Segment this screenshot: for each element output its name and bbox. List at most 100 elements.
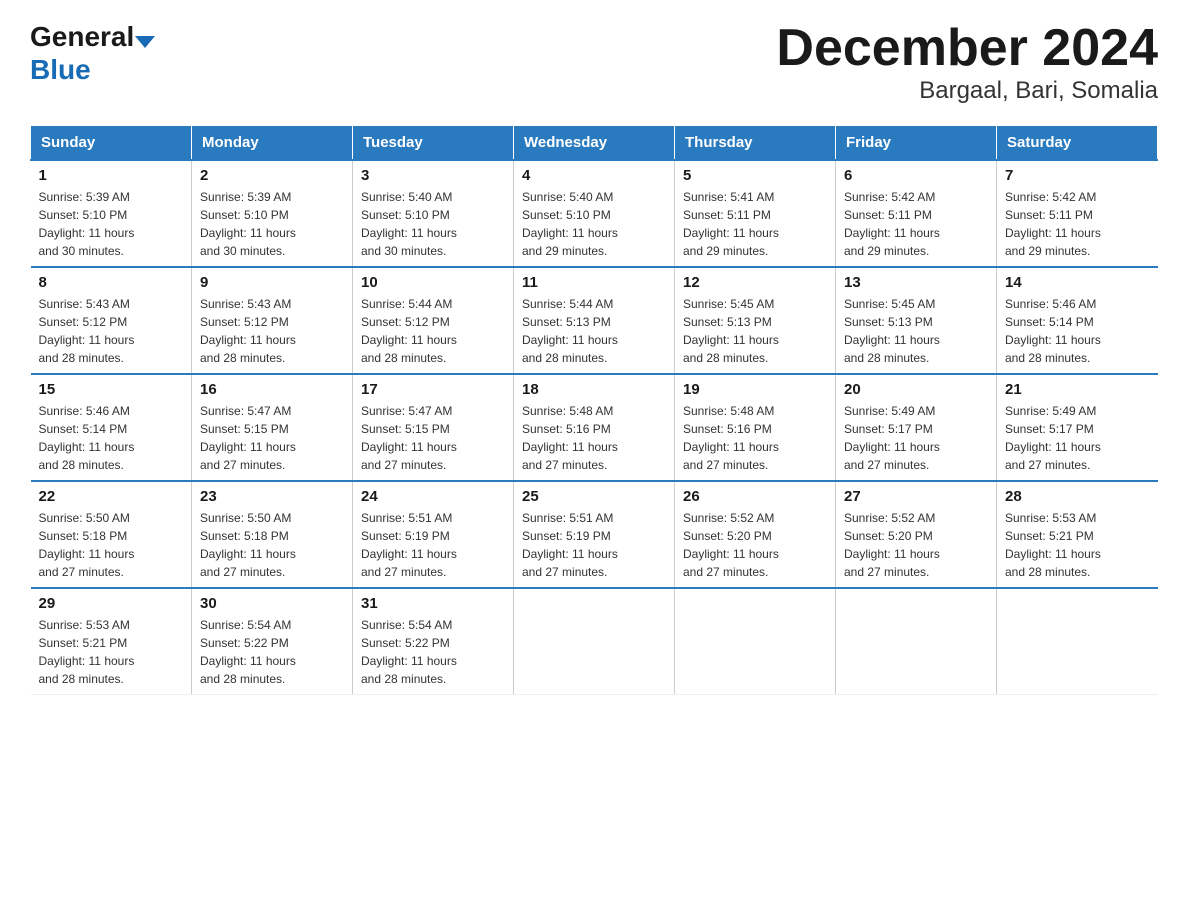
day-info: Sunrise: 5:53 AMSunset: 5:21 PMDaylight:…: [1005, 509, 1150, 581]
day-info: Sunrise: 5:45 AMSunset: 5:13 PMDaylight:…: [844, 295, 988, 367]
calendar-cell: 1 Sunrise: 5:39 AMSunset: 5:10 PMDaylight…: [31, 160, 192, 267]
calendar-cell: 25 Sunrise: 5:51 AMSunset: 5:19 PMDayligh…: [514, 481, 675, 588]
day-number: 9: [200, 274, 344, 291]
calendar-cell: 2Sunrise: 5:39 AMSunset: 5:10 PMDaylight…: [192, 160, 353, 267]
calendar-day-header: Wednesday: [514, 126, 675, 161]
calendar-cell: [675, 588, 836, 695]
day-number: 19: [683, 381, 827, 398]
day-number: 8: [39, 274, 184, 291]
day-info: Sunrise: 5:48 AMSunset: 5:16 PMDaylight:…: [683, 402, 827, 474]
day-info: Sunrise: 5:44 AMSunset: 5:13 PMDaylight:…: [522, 295, 666, 367]
day-info: Sunrise: 5:51 AMSunset: 5:19 PMDaylight:…: [522, 509, 666, 581]
day-info: Sunrise: 5:41 AMSunset: 5:11 PMDaylight:…: [683, 188, 827, 260]
day-number: 10: [361, 274, 505, 291]
day-number: 18: [522, 381, 666, 398]
day-info: Sunrise: 5:45 AMSunset: 5:13 PMDaylight:…: [683, 295, 827, 367]
calendar-cell: 18Sunrise: 5:48 AMSunset: 5:16 PMDayligh…: [514, 374, 675, 481]
day-info: Sunrise: 5:40 AMSunset: 5:10 PMDaylight:…: [361, 188, 505, 260]
calendar-cell: 24 Sunrise: 5:51 AMSunset: 5:19 PMDayligh…: [353, 481, 514, 588]
calendar-cell: 9 Sunrise: 5:43 AMSunset: 5:12 PMDaylight…: [192, 267, 353, 374]
calendar-cell: 15 Sunrise: 5:46 AMSunset: 5:14 PMDayligh…: [31, 374, 192, 481]
calendar-cell: 8 Sunrise: 5:43 AMSunset: 5:12 PMDaylight…: [31, 267, 192, 374]
day-info: Sunrise: 5:54 AMSunset: 5:22 PMDaylight:…: [361, 616, 505, 688]
calendar-cell: 27 Sunrise: 5:52 AMSunset: 5:20 PMDayligh…: [836, 481, 997, 588]
calendar-cell: 23 Sunrise: 5:50 AMSunset: 5:18 PMDayligh…: [192, 481, 353, 588]
day-info: Sunrise: 5:43 AMSunset: 5:12 PMDaylight:…: [200, 295, 344, 367]
day-number: 1: [39, 167, 184, 184]
day-info: Sunrise: 5:46 AMSunset: 5:14 PMDaylight:…: [39, 402, 184, 474]
calendar-day-header: Monday: [192, 126, 353, 161]
calendar-cell: 7 Sunrise: 5:42 AMSunset: 5:11 PMDaylight…: [997, 160, 1158, 267]
day-number: 13: [844, 274, 988, 291]
calendar-cell: 11 Sunrise: 5:44 AMSunset: 5:13 PMDayligh…: [514, 267, 675, 374]
day-number: 12: [683, 274, 827, 291]
calendar-cell: 28 Sunrise: 5:53 AMSunset: 5:21 PMDayligh…: [997, 481, 1158, 588]
day-number: 26: [683, 488, 827, 505]
day-number: 30: [200, 595, 344, 612]
calendar-week-row: 8 Sunrise: 5:43 AMSunset: 5:12 PMDaylight…: [31, 267, 1158, 374]
calendar-cell: 19 Sunrise: 5:48 AMSunset: 5:16 PMDayligh…: [675, 374, 836, 481]
calendar-cell: [514, 588, 675, 695]
day-number: 21: [1005, 381, 1150, 398]
calendar-cell: 13 Sunrise: 5:45 AMSunset: 5:13 PMDayligh…: [836, 267, 997, 374]
calendar-cell: 20 Sunrise: 5:49 AMSunset: 5:17 PMDayligh…: [836, 374, 997, 481]
day-number: 24: [361, 488, 505, 505]
day-number: 2: [200, 167, 344, 184]
calendar-cell: 16 Sunrise: 5:47 AMSunset: 5:15 PMDayligh…: [192, 374, 353, 481]
calendar-header-row: SundayMondayTuesdayWednesdayThursdayFrid…: [31, 126, 1158, 161]
day-number: 3: [361, 167, 505, 184]
calendar-cell: 21 Sunrise: 5:49 AMSunset: 5:17 PMDayligh…: [997, 374, 1158, 481]
calendar-cell: 6Sunrise: 5:42 AMSunset: 5:11 PMDaylight…: [836, 160, 997, 267]
day-info: Sunrise: 5:46 AMSunset: 5:14 PMDaylight:…: [1005, 295, 1150, 367]
calendar-cell: [997, 588, 1158, 695]
logo-general-text: General: [30, 21, 134, 52]
day-number: 23: [200, 488, 344, 505]
day-number: 29: [39, 595, 184, 612]
day-info: Sunrise: 5:44 AMSunset: 5:12 PMDaylight:…: [361, 295, 505, 367]
calendar-cell: [836, 588, 997, 695]
calendar-day-header: Saturday: [997, 126, 1158, 161]
page-title: December 2024: [776, 20, 1158, 77]
calendar-cell: 4Sunrise: 5:40 AMSunset: 5:10 PMDaylight…: [514, 160, 675, 267]
day-info: Sunrise: 5:40 AMSunset: 5:10 PMDaylight:…: [522, 188, 666, 260]
calendar-day-header: Friday: [836, 126, 997, 161]
day-info: Sunrise: 5:49 AMSunset: 5:17 PMDaylight:…: [844, 402, 988, 474]
day-info: Sunrise: 5:52 AMSunset: 5:20 PMDaylight:…: [683, 509, 827, 581]
day-number: 16: [200, 381, 344, 398]
day-number: 14: [1005, 274, 1150, 291]
logo-blue-text: Blue: [30, 54, 91, 85]
day-info: Sunrise: 5:43 AMSunset: 5:12 PMDaylight:…: [39, 295, 184, 367]
calendar-cell: 14 Sunrise: 5:46 AMSunset: 5:14 PMDayligh…: [997, 267, 1158, 374]
day-info: Sunrise: 5:51 AMSunset: 5:19 PMDaylight:…: [361, 509, 505, 581]
day-info: Sunrise: 5:50 AMSunset: 5:18 PMDaylight:…: [39, 509, 184, 581]
day-info: Sunrise: 5:49 AMSunset: 5:17 PMDaylight:…: [1005, 402, 1150, 474]
calendar-cell: 22 Sunrise: 5:50 AMSunset: 5:18 PMDayligh…: [31, 481, 192, 588]
day-number: 20: [844, 381, 988, 398]
day-number: 15: [39, 381, 184, 398]
logo: General Blue: [30, 20, 155, 86]
day-number: 7: [1005, 167, 1150, 184]
calendar-day-header: Tuesday: [353, 126, 514, 161]
day-info: Sunrise: 5:42 AMSunset: 5:11 PMDaylight:…: [844, 188, 988, 260]
day-info: Sunrise: 5:42 AMSunset: 5:11 PMDaylight:…: [1005, 188, 1150, 260]
day-info: Sunrise: 5:47 AMSunset: 5:15 PMDaylight:…: [200, 402, 344, 474]
page-header: General Blue December 2024 Bargaal, Bari…: [30, 20, 1158, 105]
day-number: 25: [522, 488, 666, 505]
calendar-day-header: Thursday: [675, 126, 836, 161]
calendar-week-row: 22 Sunrise: 5:50 AMSunset: 5:18 PMDayligh…: [31, 481, 1158, 588]
day-info: Sunrise: 5:50 AMSunset: 5:18 PMDaylight:…: [200, 509, 344, 581]
day-number: 27: [844, 488, 988, 505]
day-info: Sunrise: 5:52 AMSunset: 5:20 PMDaylight:…: [844, 509, 988, 581]
day-number: 11: [522, 274, 666, 291]
day-number: 22: [39, 488, 184, 505]
calendar-week-row: 15 Sunrise: 5:46 AMSunset: 5:14 PMDayligh…: [31, 374, 1158, 481]
calendar-cell: 5 Sunrise: 5:41 AMSunset: 5:11 PMDaylight…: [675, 160, 836, 267]
day-number: 5: [683, 167, 827, 184]
calendar-cell: 29Sunrise: 5:53 AMSunset: 5:21 PMDayligh…: [31, 588, 192, 695]
calendar-cell: 31Sunrise: 5:54 AMSunset: 5:22 PMDayligh…: [353, 588, 514, 695]
day-info: Sunrise: 5:39 AMSunset: 5:10 PMDaylight:…: [39, 188, 184, 260]
day-number: 28: [1005, 488, 1150, 505]
calendar-table: SundayMondayTuesdayWednesdayThursdayFrid…: [30, 125, 1158, 695]
calendar-week-row: 1 Sunrise: 5:39 AMSunset: 5:10 PMDaylight…: [31, 160, 1158, 267]
day-info: Sunrise: 5:54 AMSunset: 5:22 PMDaylight:…: [200, 616, 344, 688]
